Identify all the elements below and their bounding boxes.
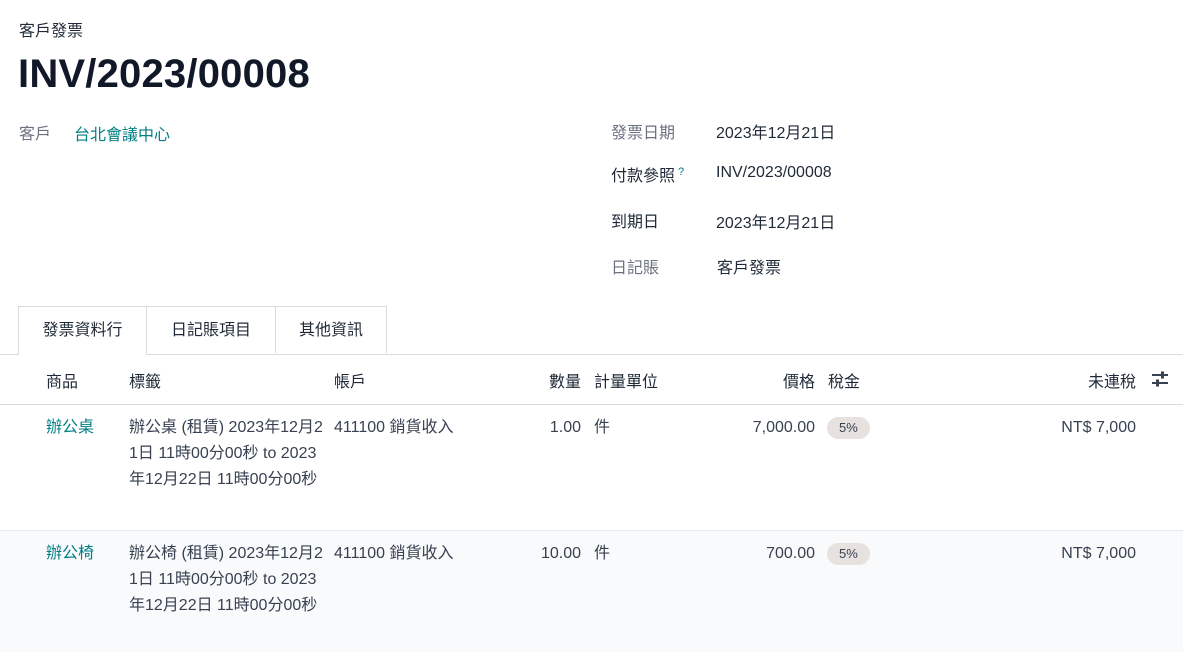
row2-account[interactable]: 411100 銷貨收入 [334, 541, 453, 567]
col-header-label[interactable]: 標籤 [129, 368, 161, 392]
page-title: INV/2023/00008 [18, 52, 310, 96]
row1-tax-badge[interactable]: 5% [827, 417, 870, 439]
journal-label: 日記賬 [611, 260, 660, 277]
row1-price[interactable]: 7,000.00 [695, 415, 815, 441]
row2-uom[interactable]: 件 [594, 541, 610, 567]
tab-invoice-lines[interactable]: 發票資料行 [18, 306, 147, 355]
row2-quantity[interactable]: 10.00 [501, 541, 581, 567]
notebook-tabs: 發票資料行 日記賬項目 其他資訊 [0, 306, 1183, 355]
col-header-tax[interactable]: 稅金 [828, 368, 860, 392]
table-header-divider [0, 404, 1183, 405]
row2-label[interactable]: 辦公椅 (租賃) 2023年12月21日 11時00分00秒 to 2023年1… [129, 541, 324, 619]
row2-product[interactable]: 辦公椅 [46, 541, 94, 567]
customer-label: 客戶 [19, 126, 52, 143]
journal-value[interactable]: 客戶發票 [717, 254, 781, 278]
payment-ref-label-text: 付款參照 [611, 168, 676, 185]
due-date-label: 到期日 [611, 214, 660, 231]
col-header-product[interactable]: 商品 [46, 368, 78, 392]
row2-price[interactable]: 700.00 [695, 541, 815, 567]
payment-ref-value[interactable]: INV/2023/00008 [716, 164, 832, 182]
invoice-date-label: 發票日期 [611, 125, 676, 142]
row1-uom[interactable]: 件 [594, 415, 610, 441]
tab-other-info[interactable]: 其他資訊 [276, 306, 387, 353]
customer-link[interactable]: 台北會議中心 [74, 121, 170, 145]
row1-quantity[interactable]: 1.00 [501, 415, 581, 441]
row1-account[interactable]: 411100 銷貨收入 [334, 415, 453, 441]
due-date-value[interactable]: 2023年12月21日 [716, 209, 835, 233]
invoice-form: 客戶發票 INV/2023/00008 客戶 台北會議中心 發票日期 2023年… [0, 0, 1183, 652]
row1-subtotal: NT$ 7,000 [1061, 419, 1136, 436]
tab-journal-items[interactable]: 日記賬項目 [147, 306, 276, 353]
col-header-subtotal[interactable]: 未連稅 [1036, 368, 1136, 392]
col-header-price[interactable]: 價格 [735, 368, 815, 392]
breadcrumb-subtitle: 客戶發票 [19, 23, 84, 40]
sliders-icon[interactable] [1150, 369, 1170, 389]
col-header-account[interactable]: 帳戶 [334, 368, 366, 392]
col-header-uom[interactable]: 計量單位 [594, 368, 658, 392]
row2-tax-badge[interactable]: 5% [827, 543, 870, 565]
help-tooltip-icon[interactable]: ? [678, 166, 684, 178]
payment-ref-label: 付款參照? [611, 162, 684, 186]
invoice-date-value[interactable]: 2023年12月21日 [716, 119, 835, 143]
col-header-quantity[interactable]: 數量 [521, 368, 581, 392]
row2-subtotal: NT$ 7,000 [1061, 545, 1136, 562]
row1-product[interactable]: 辦公桌 [46, 415, 94, 441]
row1-label[interactable]: 辦公桌 (租賃) 2023年12月21日 11時00分00秒 to 2023年1… [129, 415, 324, 493]
